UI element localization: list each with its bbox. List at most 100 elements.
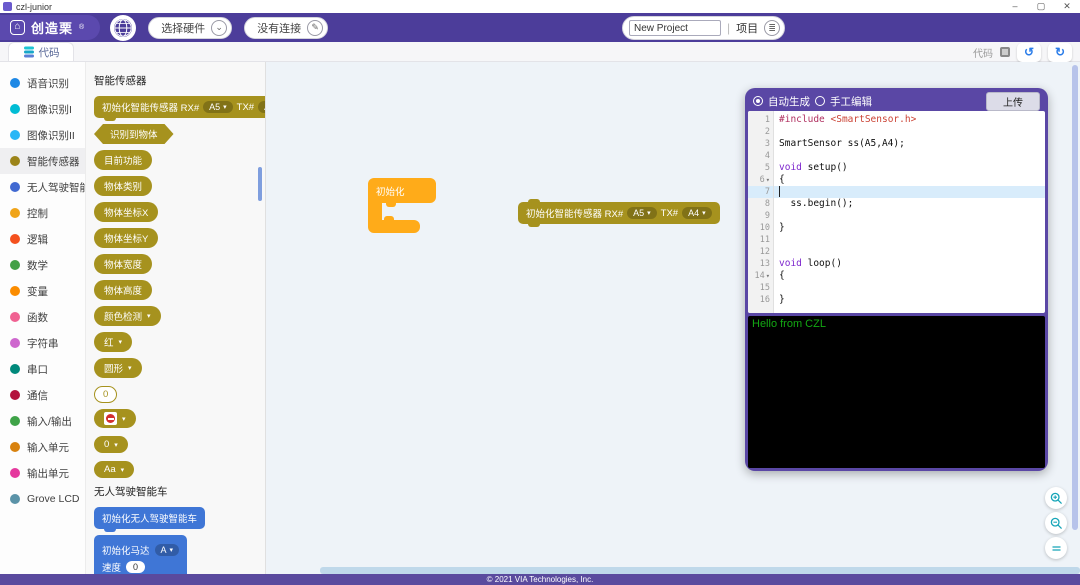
stack-block[interactable]: 初始化智能传感器 RX#A5▾TX#A4▾ — [94, 96, 265, 121]
category-color-dot — [10, 416, 20, 426]
code-line[interactable]: void loop() — [774, 258, 1045, 270]
sidebar: 语音识别图像识别I 图像识别II 智能传感器无人驾驶智能车 控制 逻辑 数学 变量 函数 字符串… — [0, 62, 101, 574]
sidebar-item[interactable]: 串口 — [0, 356, 85, 382]
sidebar-item[interactable]: 输入单元 — [0, 434, 85, 460]
sidebar-item[interactable]: 输出单元 — [0, 460, 85, 486]
palette-scrollbar[interactable] — [258, 167, 262, 201]
reporter-block[interactable]: 物体类别 — [94, 176, 153, 196]
fold-toggle-icon[interactable]: ▾ — [766, 176, 770, 184]
block-label: 初始化 — [376, 186, 405, 198]
sidebar-item[interactable]: Grove LCD — [0, 486, 85, 512]
boolean-block[interactable]: 识别到物体 — [94, 124, 174, 144]
sidebar-item[interactable]: 图像识别I — [0, 96, 85, 122]
code-line[interactable] — [774, 126, 1045, 138]
code-editor[interactable]: 1 2 3 4 5 6▾ 7 8 9 10 11 12 13 14▾ 15 16 #include <Smar… — [748, 111, 1045, 313]
radio-auto-generate[interactable] — [753, 96, 763, 106]
dropdown-reporter-block[interactable]: Aa ▾ — [94, 461, 135, 478]
zoom-out-button[interactable] — [1045, 512, 1067, 534]
code-line[interactable] — [774, 186, 1045, 198]
radio-manual-edit[interactable] — [815, 96, 825, 106]
category-color-dot — [10, 390, 20, 400]
minimize-button[interactable]: – — [1002, 0, 1028, 13]
number-input[interactable]: 0 — [126, 561, 146, 573]
dropdown-field[interactable]: A5 ▾ — [203, 101, 233, 113]
connection-status-button[interactable]: 没有连接 ✎ — [244, 16, 329, 39]
sign-dropdown-block[interactable]: ▾ — [94, 409, 136, 428]
canvas-stack-block[interactable]: 初始化智能传感器 RX# A5 ▾ TX# A4 ▾ — [518, 199, 720, 227]
category-color-dot — [10, 78, 20, 88]
dropdown-field[interactable]: A4▾ — [682, 207, 712, 219]
sidebar-item-label: 智能传感器 — [27, 155, 80, 168]
code-line[interactable]: void setup() — [774, 162, 1045, 174]
code-line[interactable]: #include <SmartSensor.h> — [774, 114, 1045, 126]
undo-button[interactable]: ↺ — [1017, 42, 1041, 62]
code-line[interactable] — [774, 210, 1045, 222]
line-number: 11 — [759, 235, 770, 245]
reporter-block[interactable]: 物体坐标X — [94, 202, 159, 222]
editor-code-area[interactable]: #include <SmartSensor.h> SmartSensor ss(A… — [774, 111, 1045, 313]
reporter-block[interactable]: 物体宽度 — [94, 254, 153, 274]
dropdown-reporter-block[interactable]: 0 ▾ — [94, 436, 128, 453]
maximize-button[interactable]: ▢ — [1028, 0, 1054, 13]
project-name-input[interactable] — [629, 20, 721, 36]
dropdown-field[interactable]: A4▾ — [258, 101, 265, 113]
sidebar-item[interactable]: 输入/输出 — [0, 408, 85, 434]
project-list-icon[interactable]: ≣ — [764, 20, 781, 36]
sidebar-item[interactable]: 通信 — [0, 382, 85, 408]
code-line[interactable]: } — [774, 222, 1045, 234]
category-color-dot — [10, 234, 20, 244]
language-globe-button[interactable] — [110, 14, 137, 41]
dropdown-field[interactable]: A ▾ — [154, 544, 180, 556]
stack-block[interactable]: 初始化智能传感器 RX#A5▾TX#A4▾ — [518, 199, 720, 227]
dropdown-field[interactable]: A5 ▾ — [627, 207, 657, 219]
code-line[interactable]: SmartSensor ss(A5,A4); — [774, 138, 1045, 150]
code-panel-toggle[interactable] — [1000, 47, 1010, 57]
fold-toggle-icon[interactable]: ▾ — [766, 272, 770, 280]
globe-icon — [114, 18, 133, 37]
sidebar-item[interactable]: 图像识别II — [0, 122, 85, 148]
sidebar-item[interactable]: 函数 — [0, 304, 85, 330]
radio-manual-edit-label: 手工编辑 — [830, 95, 872, 108]
sidebar-item[interactable]: 变量 — [0, 278, 85, 304]
sidebar-item[interactable]: 语音识别 — [0, 70, 85, 96]
upload-button[interactable]: 上传 — [986, 91, 1040, 111]
reporter-block[interactable]: 物体坐标Y — [94, 228, 159, 248]
number-block[interactable]: 0 — [94, 386, 118, 403]
vertical-scrollbar[interactable] — [1072, 65, 1078, 530]
code-line[interactable]: { — [774, 174, 1045, 186]
sidebar-item[interactable]: 控制 — [0, 200, 85, 226]
code-line[interactable]: ss.begin(); — [774, 198, 1045, 210]
dropdown-reporter-block[interactable]: 红 ▾ — [94, 332, 133, 352]
sidebar-item[interactable]: 数学 — [0, 252, 85, 278]
select-hardware-button[interactable]: 选择硬件 ⌄ — [148, 16, 233, 39]
code-line[interactable] — [774, 150, 1045, 162]
zoom-reset-button[interactable] — [1045, 537, 1067, 559]
sidebar-item[interactable]: 智能传感器 — [0, 148, 85, 174]
sidebar-item[interactable]: 无人驾驶智能车 — [0, 174, 101, 200]
code-line[interactable]: { — [774, 270, 1045, 282]
canvas-c-block[interactable]: 初始化 — [368, 178, 436, 233]
zoom-in-button[interactable] — [1045, 487, 1067, 509]
dropdown-reporter-block[interactable]: 圆形 ▾ — [94, 358, 142, 378]
close-button[interactable]: ✕ — [1054, 0, 1080, 13]
stack-block[interactable]: 初始化无人驾驶智能车 — [94, 507, 206, 532]
sidebar-item[interactable]: 逻辑 — [0, 226, 85, 252]
redo-button[interactable]: ↻ — [1048, 42, 1072, 62]
reporter-block[interactable]: 物体高度 — [94, 280, 153, 300]
reporter-block[interactable]: 目前功能 — [94, 150, 153, 170]
tab-code[interactable]: 代码 — [8, 42, 74, 61]
line-number: 2 — [764, 127, 770, 137]
code-line[interactable] — [774, 234, 1045, 246]
dropdown-reporter-block[interactable]: 颜色检测 ▾ — [94, 306, 161, 326]
code-line[interactable] — [774, 282, 1045, 294]
line-number: 6▾ — [759, 175, 770, 185]
sidebar-item[interactable]: 字符串 — [0, 330, 85, 356]
block-label: 初始化无人驾驶智能车 — [102, 514, 198, 525]
code-line[interactable] — [774, 246, 1045, 258]
category-color-dot — [10, 260, 20, 270]
multi-row-stack-block[interactable]: 初始化马达A▾速度0方向0 — [94, 535, 188, 574]
project-label: 项目 — [736, 23, 759, 35]
horizontal-scrollbar[interactable] — [320, 567, 1080, 574]
code-line[interactable]: } — [774, 294, 1045, 306]
sidebar-item-label: 图像识别I — [27, 103, 72, 116]
